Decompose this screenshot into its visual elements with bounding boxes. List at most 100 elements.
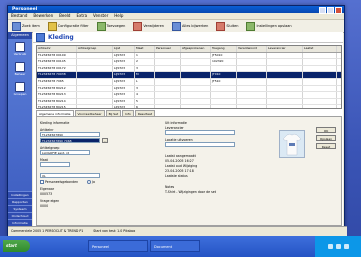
table-cell (267, 52, 303, 59)
filter-icon (47, 21, 57, 31)
table-row[interactable]: T12345678 70038 LIJST23 M JT010 (37, 72, 341, 79)
table-cell (303, 105, 337, 108)
items-table: Artikelnr Artikelgroep Lijst Maat Personeel A… (36, 45, 342, 109)
table-row[interactable]: T12345678 00172 LIJST23 3 (37, 65, 341, 73)
menu-edit[interactable]: Bewerken (33, 13, 53, 19)
table-row[interactable]: T12345678 7065 LIJST23 L JT510 (37, 78, 341, 86)
naam-field[interactable]: T1234567890 7068 (40, 138, 100, 143)
save-button[interactable]: Opslaan (316, 135, 336, 141)
table-cell: LIJST23 (113, 72, 135, 78)
start-button[interactable]: start (3, 240, 30, 252)
taskbar-item-document[interactable]: Document (150, 240, 200, 252)
table-cell: LIJST23 (113, 78, 135, 85)
menu-view[interactable]: Beeld (59, 13, 70, 19)
network-icon[interactable] (327, 244, 333, 249)
refresh-all-button[interactable]: Alles bijwerken (172, 21, 208, 31)
menu-file[interactable]: Bestand (11, 13, 27, 19)
column-header[interactable]: Afgesprokenen (181, 46, 211, 52)
taskbar-item-personeel[interactable]: Personeel (88, 240, 148, 252)
page-header: Kleding (33, 32, 343, 43)
artikelnr-field[interactable]: T1234567890 (40, 132, 100, 137)
sidebar-header[interactable]: Algemeen (8, 32, 32, 39)
table-row[interactable]: T12345678 00109 LIJST23 1 JT5010 (37, 52, 341, 60)
ok-button[interactable]: OK (316, 127, 336, 133)
clock-icon[interactable] (343, 244, 349, 249)
column-header[interactable]: Laatst (303, 46, 337, 52)
artikelgroep-select[interactable]: LLOGOFIE sant, rd (40, 150, 90, 155)
maat-field[interactable] (40, 162, 70, 167)
sidebar-link-system[interactable]: Systeem (8, 205, 32, 212)
vragen-label: Vrage eigen (40, 199, 60, 203)
status-label: Laatste status (165, 174, 188, 178)
system-tray (315, 236, 361, 257)
table-row[interactable]: T12345678 00145 LIJST23 2 102320 (37, 59, 341, 66)
table-cell: T12345678 80212 (37, 85, 77, 92)
sidebar-item-management[interactable]: Beheer (8, 59, 32, 79)
column-header[interactable]: Maat (135, 46, 155, 52)
maximize-button[interactable] (327, 7, 334, 14)
save-settings-button[interactable]: Instellingen opslaan (246, 21, 292, 31)
table-cell (181, 65, 211, 72)
product-photo (279, 130, 305, 158)
column-header[interactable]: Leverancier (267, 46, 303, 52)
table-cell (155, 59, 181, 65)
created-label: Laatst aangemaakt (165, 154, 196, 158)
sidebar-link-settings[interactable]: Instellingen (8, 191, 32, 198)
sidebar-item-consumption[interactable]: Verbruik (8, 39, 32, 59)
volume-icon[interactable] (335, 244, 341, 249)
table-cell (77, 65, 113, 72)
close-icon (216, 21, 226, 31)
table-cell (303, 78, 337, 85)
leverancier-select[interactable] (165, 130, 235, 135)
status-connection: Commerciele 2005 1 PERSOCLIT & TREND P1 (11, 229, 84, 233)
table-header-row[interactable]: Artikelnr Artikelgroep Lijst Maat Personeel A… (37, 46, 341, 53)
ja-radio[interactable] (87, 180, 91, 184)
table-cell (155, 98, 181, 105)
table-cell (155, 72, 181, 78)
table-row[interactable]: T12345678 80212 LIJST23 3 (37, 85, 341, 93)
status-bar: Commerciele 2005 1 PERSOCLIT & TREND P1 … (8, 226, 347, 236)
table-cell (237, 85, 267, 92)
menu-window[interactable]: Venster (93, 13, 108, 19)
table-cell: JT010 (211, 72, 237, 78)
table-cell: LIJST23 (113, 98, 135, 105)
locatie-select[interactable] (165, 142, 235, 147)
modified-value: 23-04-2005 17:18 (165, 169, 194, 173)
table-cell (211, 98, 237, 105)
search-item-button[interactable]: Zoek item (12, 21, 40, 31)
table-cell: 5 (135, 98, 155, 105)
sidebar-link-reports[interactable]: Rapporten (8, 198, 32, 205)
close-button[interactable]: Sluiten (216, 21, 238, 31)
table-cell (181, 85, 211, 92)
reset-button[interactable]: Reset (316, 143, 336, 149)
minimize-button[interactable] (319, 7, 326, 14)
menu-extra[interactable]: Extra (76, 13, 87, 19)
window-titlebar[interactable]: Personeel (8, 6, 344, 14)
clothing-icon (36, 32, 45, 42)
table-cell (303, 52, 337, 59)
table-row[interactable]: T12345678 80213 LIJST23 4 (37, 92, 341, 99)
column-header[interactable]: Lijst (113, 46, 135, 52)
column-header[interactable]: Artikelnr (37, 46, 77, 52)
table-row[interactable]: T12345678 80214 LIJST23 5 (37, 98, 341, 106)
column-header[interactable]: Personeel (155, 46, 181, 52)
personeel-checkbox[interactable] (40, 180, 44, 184)
add-button[interactable]: Toevoegen (96, 21, 125, 31)
window-controls (319, 7, 342, 14)
close-window-button[interactable] (335, 7, 342, 14)
table-row[interactable]: T12345678 80215 LIJST23 6 (37, 105, 341, 108)
delete-button[interactable]: Verwijderen (133, 21, 164, 31)
info-label: Uit informatie (165, 121, 187, 125)
column-header[interactable]: Artikelgroep (77, 46, 113, 52)
filter-config-button[interactable]: Configuratie filter (47, 21, 89, 31)
sidebar-item-groups[interactable]: Groepen (8, 79, 32, 99)
sidebar-link-maintenance[interactable]: Onderhoud (8, 212, 32, 219)
maat-select[interactable]: XL (40, 173, 100, 178)
column-header[interactable]: Toegang (211, 46, 237, 52)
lookup-button[interactable]: ... (102, 138, 108, 143)
sidebar-link-info[interactable]: Informatie (8, 219, 32, 226)
group-icon (15, 82, 25, 92)
menu-help[interactable]: Help (114, 13, 123, 19)
table-cell (211, 92, 237, 98)
column-header[interactable]: Verantwoord (237, 46, 267, 52)
